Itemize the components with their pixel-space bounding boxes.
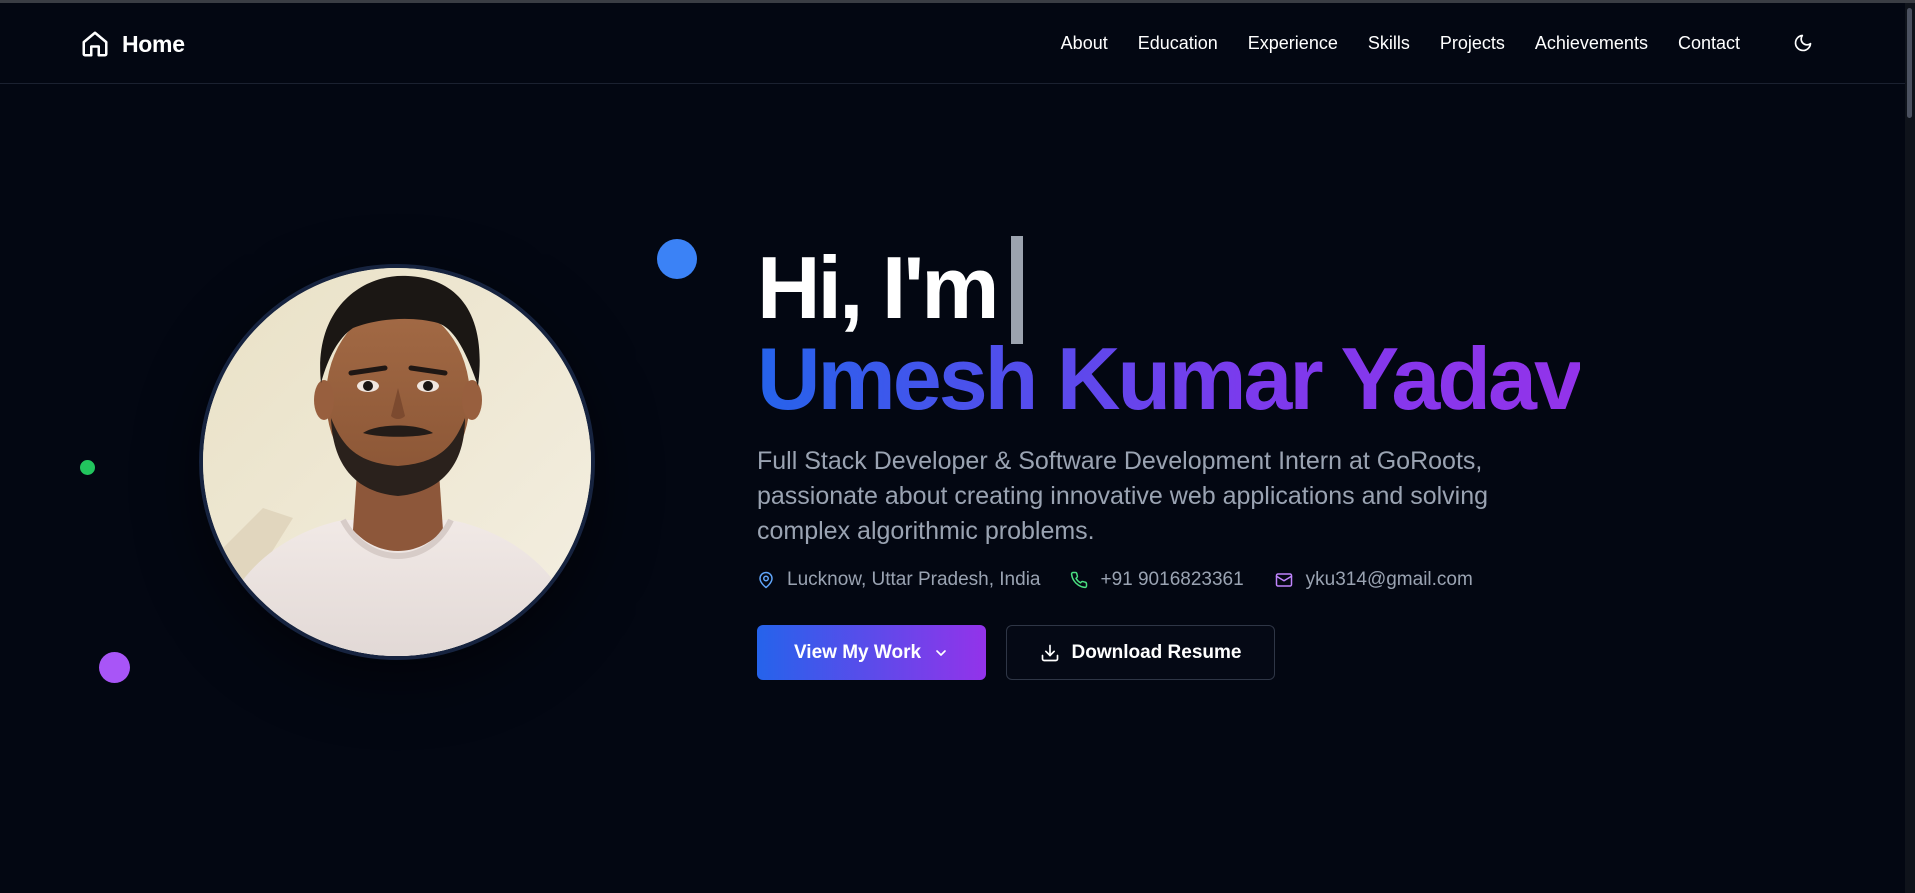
bio-text: Full Stack Developer & Software Developm… [757, 447, 1489, 545]
nav-link-achievements[interactable]: Achievements [1535, 33, 1648, 54]
contact-email[interactable]: yku314@gmail.com [1274, 569, 1473, 591]
greeting-text: Hi, I'm [757, 238, 1000, 337]
chevron-down-icon [936, 649, 946, 656]
nav-link-skills[interactable]: Skills [1368, 33, 1410, 54]
phone-icon [1071, 571, 1088, 589]
mail-icon [1275, 573, 1292, 587]
nav-link-about[interactable]: About [1061, 33, 1108, 54]
decor-dot-purple [99, 652, 130, 683]
view-my-work-label: View My Work [793, 641, 922, 663]
nav-link-projects[interactable]: Projects [1440, 33, 1505, 54]
nav-link-experience[interactable]: Experience [1248, 33, 1338, 54]
location-text: Lucknow, Uttar Pradesh, India [787, 569, 1041, 590]
brand-label: Home [122, 30, 185, 57]
navbar: Home About Education Experience Skills P… [0, 3, 1905, 84]
profile-portrait [203, 268, 591, 656]
name-heading: Umesh Kumar Yadav [757, 329, 1583, 428]
home-icon [82, 31, 108, 57]
decor-dot-green [80, 460, 95, 475]
decor-dot-blue [657, 239, 697, 279]
download-resume-label: Download Resume [1071, 641, 1242, 663]
profile-photo [199, 264, 595, 660]
map-pin-icon [759, 571, 773, 589]
typing-cursor [1010, 236, 1023, 344]
view-my-work-button[interactable]: View My Work [757, 625, 986, 680]
nav-link-education[interactable]: Education [1138, 33, 1218, 54]
contact-info: Lucknow, Uttar Pradesh, India +91 901682… [757, 569, 1473, 591]
phone-text: +91 9016823361 [1100, 569, 1244, 590]
email-text: yku314@gmail.com [1305, 569, 1473, 590]
nav-links: About Education Experience Skills Projec… [1061, 33, 1740, 54]
scrollbar-thumb[interactable] [1907, 8, 1912, 118]
download-icon [1041, 644, 1058, 661]
download-resume-button[interactable]: Download Resume [1006, 625, 1275, 680]
contact-location: Lucknow, Uttar Pradesh, India [757, 569, 1040, 591]
page-scrollbar[interactable] [1905, 3, 1915, 893]
home-link[interactable]: Home [80, 27, 185, 61]
moon-icon [1794, 34, 1812, 52]
contact-phone[interactable]: +91 9016823361 [1070, 569, 1244, 591]
theme-toggle-button[interactable] [1793, 33, 1817, 57]
nav-link-contact[interactable]: Contact [1678, 33, 1740, 54]
